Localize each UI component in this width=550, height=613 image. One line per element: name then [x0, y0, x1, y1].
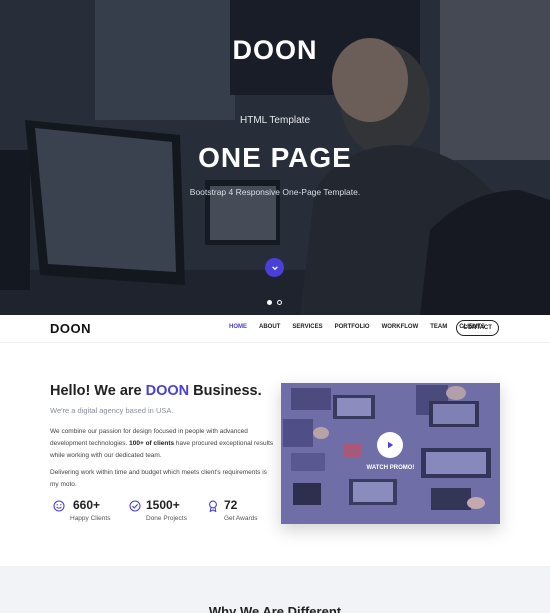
stat-value: 72 — [224, 498, 238, 512]
nav-link-home[interactable]: HOME — [229, 324, 247, 330]
about-paragraph-2: Delivering work within time and budget w… — [50, 469, 267, 488]
check-circle-icon — [129, 500, 141, 512]
main-navbar: DOON HOME ABOUT SERVICES PORTFOLIO WORKF… — [0, 315, 550, 343]
play-button[interactable] — [377, 432, 403, 458]
about-tagline: We're a digital agency based in USA. — [50, 406, 174, 415]
hero-kicker: HTML Template — [239, 115, 311, 126]
stat-label: Get Awards — [224, 515, 258, 522]
hero-section: DOON HTML Template ONE PAGE Bootstrap 4 … — [0, 0, 550, 315]
about-title-brand: DOON — [145, 383, 190, 399]
award-icon — [209, 500, 217, 512]
play-icon — [388, 441, 394, 449]
nav-link-team[interactable]: TEAM — [430, 324, 447, 330]
slider-dot-1[interactable] — [267, 300, 272, 305]
scroll-down-button[interactable] — [265, 258, 284, 277]
why-different-section: Why We Are Different — [0, 566, 550, 613]
contact-button[interactable]: CONTACT — [456, 320, 499, 336]
nav-link-about[interactable]: ABOUT — [259, 324, 280, 330]
hero-title: ONE PAGE — [198, 142, 352, 173]
about-title-prefix: Hello! We are — [50, 383, 146, 399]
nav-logo[interactable]: DOON — [50, 321, 91, 336]
hero-subtitle: Bootstrap 4 Responsive One-Page Template… — [189, 187, 361, 197]
smile-icon — [53, 500, 65, 512]
about-title-suffix: Business. — [189, 383, 262, 399]
about-title: Hello! We are DOON Business. — [50, 383, 262, 399]
promo-video[interactable]: WATCH PROMO! — [281, 383, 500, 524]
stat-value: 660+ — [73, 498, 101, 512]
about-p1-bold: 100+ of clients — [129, 440, 175, 447]
video-label: WATCH PROMO! — [366, 465, 415, 471]
nav-link-workflow[interactable]: WORKFLOW — [382, 324, 419, 330]
nav-link-services[interactable]: SERVICES — [292, 324, 322, 330]
about-paragraph-1: We combine our passion for design focuse… — [50, 426, 275, 462]
stat-value: 1500+ — [146, 498, 180, 512]
stat-label: Done Projects — [146, 515, 187, 522]
hero-logo: DOON — [232, 35, 318, 65]
stat-label: Happy Clients — [70, 515, 111, 522]
chevron-down-icon — [271, 265, 278, 270]
nav-link-portfolio[interactable]: PORTFOLIO — [335, 324, 370, 330]
section-title: Why We Are Different — [208, 604, 342, 613]
slider-dot-2[interactable] — [277, 300, 282, 305]
